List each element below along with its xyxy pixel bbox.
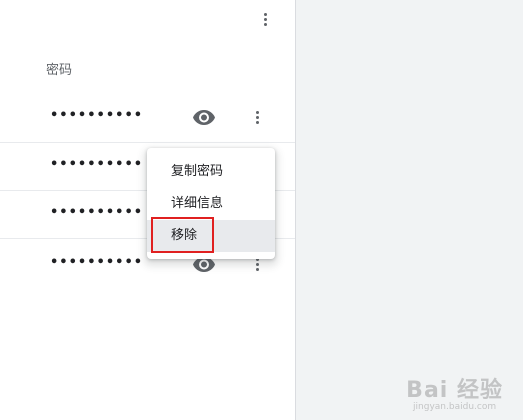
menu-item-copy-password[interactable]: 复制密码 [147,156,275,188]
password-list-panel: 密码 •••••••••• •••••••••• •••••••••• ••••… [0,0,295,420]
menu-item-remove[interactable]: 移除 [147,220,275,252]
menu-item-details[interactable]: 详细信息 [147,188,275,220]
more-vert-icon[interactable] [245,105,269,129]
password-mask: •••••••••• [50,108,144,123]
column-header-password: 密码 [46,63,73,78]
password-settings-page: 密码 •••••••••• •••••••••• •••••••••• ••••… [0,0,523,420]
baidu-watermark: Bai 经验 jingyan.baidu.com [406,372,503,412]
password-mask: •••••••••• [50,255,144,270]
watermark-main: Bai 经验 [406,378,503,403]
password-row: •••••••••• [0,93,295,141]
right-empty-panel [296,0,523,420]
password-mask: •••••••••• [50,205,144,220]
watermark-sub: jingyan.baidu.com [413,402,497,412]
eye-icon[interactable] [192,105,216,129]
password-mask: •••••••••• [50,157,144,172]
more-vert-icon[interactable] [253,7,277,31]
row-context-menu: 复制密码 详细信息 移除 [147,148,275,259]
